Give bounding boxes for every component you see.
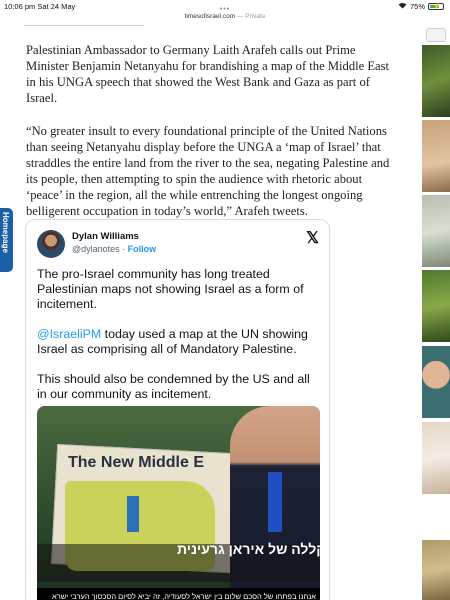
private-separator: —: [236, 13, 246, 20]
tweet-image[interactable]: The New Middle E קללה של איראן גרעינית א…: [37, 406, 320, 600]
embedded-tweet[interactable]: Dylan Williams @dylanotes · Follow 𝕏 The…: [25, 219, 330, 600]
mention-link[interactable]: @IsraeliPM: [37, 327, 101, 341]
url-domain: timesofisrael.com: [184, 13, 236, 20]
tweet-handle-row: @dylanotes · Follow: [72, 244, 156, 254]
rail-thumbnail-3[interactable]: [422, 195, 450, 267]
map-title: The New Middle E: [68, 454, 205, 471]
tweet-paragraph-1: The pro-Israel community has long treate…: [37, 267, 304, 311]
more-dots-icon[interactable]: •••: [0, 6, 450, 13]
private-label: Private: [245, 13, 266, 20]
map-israel-region: [127, 496, 139, 532]
tweet-author-name[interactable]: Dylan Williams: [72, 231, 139, 242]
search-box[interactable]: [426, 28, 446, 42]
tweet-handle[interactable]: @dylanotes: [72, 244, 120, 254]
right-rail: [422, 10, 450, 600]
rail-thumbnail-4[interactable]: [422, 270, 450, 342]
image-caption: קללה של איראן גרעינית: [177, 541, 320, 557]
tweet-paragraph-3: This should also be condemned by the US …: [37, 372, 310, 401]
rail-thumbnail-6[interactable]: [422, 422, 450, 494]
homepage-tab[interactable]: Homepage: [0, 208, 13, 272]
rail-thumbnail-1[interactable]: [422, 45, 450, 117]
clipped-header-strip: [24, 18, 144, 26]
url-text[interactable]: timesofisrael.com — Private: [185, 13, 266, 20]
rail-thumbnail-2[interactable]: [422, 120, 450, 192]
article-paragraph-2: “No greater insult to every foundational…: [26, 124, 390, 218]
x-logo-icon[interactable]: 𝕏: [306, 228, 319, 248]
article-body: Palestinian Ambassador to Germany Laith …: [26, 42, 394, 236]
article-paragraph-1: Palestinian Ambassador to Germany Laith …: [26, 43, 390, 105]
news-ticker: אנחנו בפתחו של הסכם שלום בין ישראל לסעוד…: [37, 588, 320, 600]
rail-thumbnail-5[interactable]: [422, 346, 450, 418]
tweet-paragraph-2: @IsraeliPM today used a map at the UN sh…: [37, 327, 322, 357]
tweet-text: The pro-Israel community has long treate…: [37, 267, 322, 417]
handle-separator: ·: [119, 244, 128, 254]
follow-link[interactable]: Follow: [128, 244, 157, 254]
avatar[interactable]: [37, 230, 65, 258]
speaker-tie: [268, 472, 282, 532]
homepage-tab-label: Homepage: [1, 212, 10, 253]
rail-thumbnail-7[interactable]: [422, 540, 450, 600]
